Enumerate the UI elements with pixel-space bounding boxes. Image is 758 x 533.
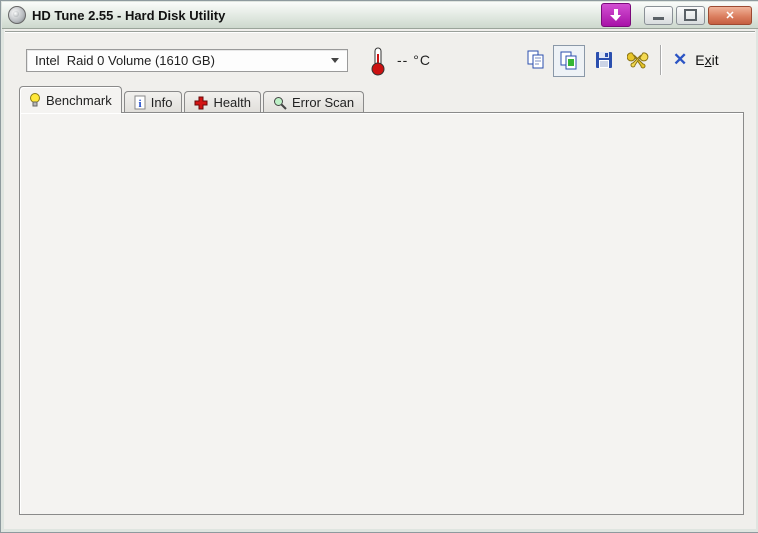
- titlebar: HD Tune 2.55 - Hard Disk Utility ✕: [2, 2, 758, 29]
- tab-info-label: Info: [150, 95, 173, 110]
- close-button[interactable]: ✕: [708, 5, 752, 25]
- minimize-icon: [653, 16, 664, 20]
- exit-icon: ✕: [673, 50, 688, 69]
- toolbar-separator: [660, 45, 661, 75]
- drive-select-value: Intel Raid 0 Volume (1610 GB): [35, 53, 215, 68]
- download-overlay-button[interactable]: [601, 3, 631, 27]
- minimize-button[interactable]: [644, 5, 673, 25]
- maximize-button[interactable]: [676, 5, 705, 25]
- tab-info[interactable]: i Info: [123, 91, 183, 113]
- tab-error-scan-label: Error Scan: [292, 95, 355, 110]
- save-screenshot-button[interactable]: [589, 45, 619, 75]
- tabstrip: Benchmark i Info Health Error Scan: [19, 86, 366, 113]
- copy-screenshot-button[interactable]: [553, 45, 585, 77]
- copy-image-icon: [560, 51, 577, 70]
- tab-benchmark[interactable]: Benchmark: [19, 86, 122, 113]
- options-button[interactable]: [623, 45, 653, 75]
- maximize-icon: [684, 9, 697, 21]
- save-icon: [596, 52, 612, 68]
- drive-select[interactable]: Intel Raid 0 Volume (1610 GB): [26, 49, 348, 72]
- window-title: HD Tune 2.55 - Hard Disk Utility: [32, 7, 226, 23]
- exit-label: Exit: [695, 52, 719, 68]
- copy-text-button[interactable]: [521, 45, 551, 75]
- close-icon: ✕: [725, 9, 735, 22]
- chevron-down-icon: [331, 58, 339, 63]
- tab-benchmark-label: Benchmark: [46, 92, 112, 108]
- tab-health-label: Health: [213, 95, 252, 110]
- app-window: HD Tune 2.55 - Hard Disk Utility ✕ Intel…: [0, 0, 758, 533]
- health-cross-icon: [194, 96, 208, 109]
- benchmark-page: [19, 112, 744, 515]
- magnifier-icon: [274, 96, 287, 110]
- app-icon: [8, 6, 26, 24]
- info-icon: i: [134, 95, 146, 110]
- tab-health[interactable]: Health: [184, 91, 262, 113]
- tab-error-scan[interactable]: Error Scan: [263, 91, 365, 113]
- toolbar: Intel Raid 0 Volume (1610 GB) -- °C ✕ Ex…: [5, 31, 755, 86]
- copy-icon: [527, 50, 544, 69]
- download-arrow-icon: [610, 9, 621, 21]
- thermometer-icon: [371, 47, 385, 76]
- svg-text:i: i: [138, 98, 141, 110]
- tools-icon: [627, 52, 649, 69]
- temperature-value: -- °C: [397, 52, 431, 68]
- lightbulb-icon: [30, 93, 40, 107]
- exit-button[interactable]: ✕ Exit: [673, 45, 719, 75]
